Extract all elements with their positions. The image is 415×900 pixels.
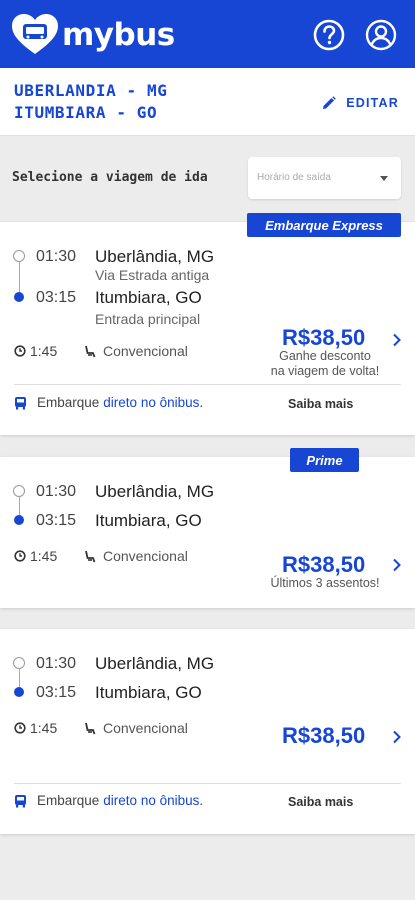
edit-button[interactable]: EDITAR: [322, 96, 399, 110]
bus-type-label: Convencional: [103, 548, 188, 564]
timeline-line: [18, 497, 20, 515]
duration-value: 1:45: [30, 548, 58, 564]
departure-dot-icon: [13, 250, 25, 262]
route-summary: UBERLANDIA - MG ITUMBIARA - GO EDITAR: [0, 68, 415, 136]
card-divider: [14, 384, 401, 385]
boarding-info: Embarque direto no ônibus.: [14, 395, 203, 410]
origin-detail: Via Estrada antiga: [95, 267, 210, 283]
seat-icon: [85, 345, 96, 357]
price-note: Ganhe desconto na viagem de volta!: [262, 349, 388, 379]
app-header: mybus: [0, 0, 415, 68]
clock-icon: [14, 345, 26, 357]
destination-city: Itumbiara, GO: [95, 511, 202, 530]
boarding-link[interactable]: direto no ônibus.: [103, 395, 203, 410]
price-note-line-1: Ganhe desconto: [279, 349, 371, 363]
trip-badge: Embarque Express: [247, 213, 401, 237]
departure-time: 01:30: [36, 655, 77, 672]
trip-price: R$38,50: [282, 723, 366, 748]
price-note: Últimos 3 assentos!: [270, 576, 380, 590]
bus-icon: [15, 794, 26, 807]
origin-city: Uberlândia, MG: [95, 247, 215, 266]
departure-time: 01:30: [36, 248, 77, 265]
boarding-link[interactable]: direto no ônibus.: [103, 793, 203, 808]
trip-card[interactable]: Embarque Express 01:30 Uberlândia, MG Vi…: [0, 213, 415, 435]
bus-type: Convencional: [84, 548, 188, 564]
clock-icon: [14, 722, 26, 734]
arrival-dot-icon: [14, 292, 24, 302]
duration-value: 1:45: [30, 720, 58, 736]
trip-card[interactable]: 01:30 Uberlândia, MG 03:15 Itumbiara, GO…: [0, 629, 415, 834]
trip-select-label: Selecione a viagem de ida: [12, 170, 208, 185]
departure-time-placeholder: Horário de saída: [257, 172, 331, 183]
saiba-mais-button[interactable]: Saiba mais: [288, 397, 353, 411]
trip-card[interactable]: Prime 01:30 Uberlândia, MG 03:15 Itumbia…: [0, 448, 415, 608]
seat-icon: [85, 722, 96, 734]
trip-duration: 1:45: [14, 548, 57, 564]
chevron-right-icon[interactable]: [392, 333, 402, 347]
clock-icon: [14, 550, 26, 562]
trip-duration: 1:45: [14, 343, 57, 359]
bus-type-label: Convencional: [103, 720, 188, 736]
destination-city: Itumbiara, GO: [95, 683, 202, 702]
origin-city: Uberlândia, MG: [95, 482, 215, 501]
arrival-time: 03:15: [36, 289, 77, 306]
route-destination: ITUMBIARA - GO: [14, 103, 158, 122]
bus-type-label: Convencional: [103, 343, 188, 359]
edit-label: EDITAR: [346, 96, 399, 110]
boarding-text: Embarque: [37, 395, 100, 410]
departure-dot-icon: [13, 485, 25, 497]
timeline-line: [18, 669, 20, 687]
bus-type: Convencional: [84, 343, 188, 359]
mybus-logo[interactable]: mybus: [12, 14, 175, 56]
arrival-dot-icon: [14, 687, 24, 697]
origin-city: Uberlândia, MG: [95, 654, 215, 673]
seat-icon: [85, 550, 96, 562]
trip-price: R$38,50: [282, 552, 366, 577]
bus-icon: [15, 396, 26, 409]
arrival-dot-icon: [14, 515, 24, 525]
departure-time-select[interactable]: Horário de saída: [248, 157, 401, 199]
duration-value: 1:45: [30, 343, 58, 359]
destination-detail: Entrada principal: [95, 311, 201, 327]
arrival-time: 03:15: [36, 512, 77, 529]
trip-badge: Prime: [290, 448, 359, 472]
help-circle-icon[interactable]: [313, 19, 345, 51]
card-divider: [14, 783, 401, 784]
heart-bus-logo-icon: [12, 14, 58, 54]
caret-down-icon: [380, 176, 388, 181]
departure-time: 01:30: [36, 483, 77, 500]
user-circle-icon[interactable]: [365, 19, 397, 51]
departure-dot-icon: [13, 657, 25, 669]
trip-duration: 1:45: [14, 720, 57, 736]
price-note-line-2: na viagem de volta!: [270, 364, 380, 378]
pencil-icon: [323, 96, 336, 109]
saiba-mais-button[interactable]: Saiba mais: [288, 795, 353, 809]
destination-city: Itumbiara, GO: [95, 288, 202, 307]
trip-price: R$38,50: [282, 325, 366, 350]
route-origin: UBERLANDIA - MG: [14, 81, 168, 100]
boarding-info: Embarque direto no ônibus.: [14, 793, 203, 808]
chevron-right-icon[interactable]: [392, 730, 402, 744]
arrival-time: 03:15: [36, 684, 77, 701]
boarding-text: Embarque: [37, 793, 100, 808]
timeline-line: [18, 262, 20, 292]
bus-type: Convencional: [84, 720, 188, 736]
chevron-right-icon[interactable]: [392, 558, 402, 572]
app-name: mybus: [62, 17, 175, 53]
